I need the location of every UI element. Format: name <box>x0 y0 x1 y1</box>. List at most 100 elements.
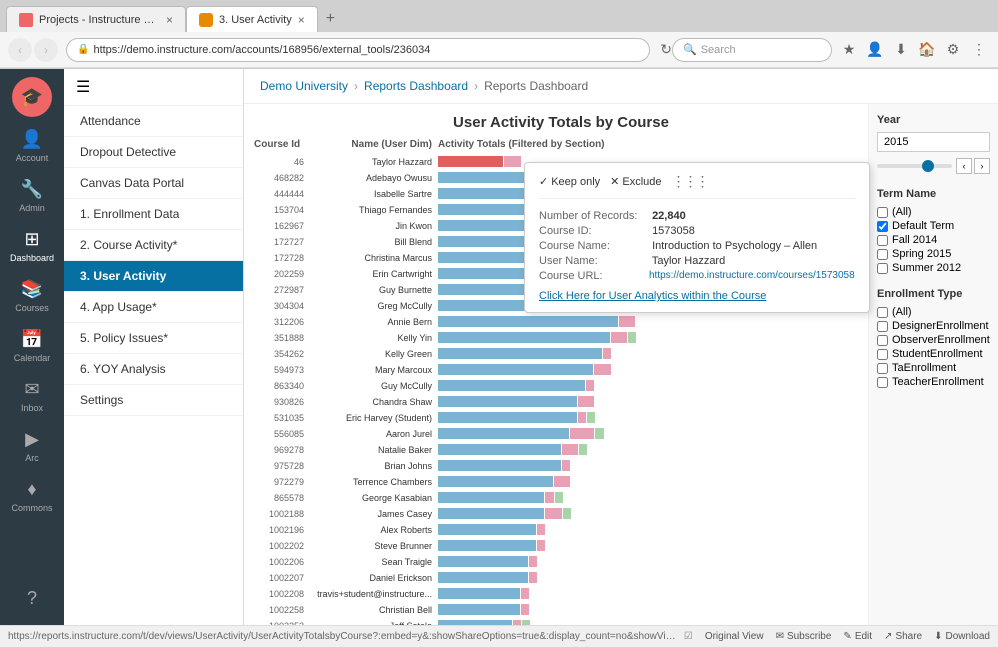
bar-segment-1 <box>438 476 553 487</box>
user-icon[interactable]: 👤 <box>864 39 886 61</box>
download-action[interactable]: ⬇ Download <box>934 631 990 642</box>
subscribe-action[interactable]: ✉ Subscribe <box>776 631 832 642</box>
tooltip-more[interactable]: ⋮⋮⋮ <box>672 173 708 190</box>
table-row[interactable]: 975728 Brian Johns <box>254 458 868 473</box>
sidebar-item-inbox[interactable]: ✉ Inbox <box>0 371 64 421</box>
term-spring2015[interactable]: Spring 2015 <box>877 248 990 260</box>
enroll-student-checkbox[interactable] <box>877 349 888 360</box>
tab-close-1[interactable]: × <box>166 13 173 27</box>
tab-close-2[interactable]: × <box>298 13 305 27</box>
breadcrumb-reports[interactable]: Reports Dashboard <box>364 79 468 93</box>
sidebar-item-account[interactable]: 👤 Account <box>0 121 64 171</box>
row-bars <box>438 443 868 456</box>
term-default[interactable]: Default Term <box>877 220 990 232</box>
enroll-designer[interactable]: DesignerEnrollment <box>877 320 990 332</box>
term-summer2012-checkbox[interactable] <box>877 263 888 274</box>
table-row[interactable]: 1002188 James Casey <box>254 506 868 521</box>
back-button[interactable]: ‹ <box>8 38 32 62</box>
original-view-action[interactable]: Original View <box>705 631 764 642</box>
sidebar-nav-yoy[interactable]: 6. YOY Analysis <box>64 354 243 385</box>
enroll-teacher-checkbox[interactable] <box>877 377 888 388</box>
table-row[interactable]: 556085 Aaron Jurel <box>254 426 868 441</box>
sidebar-nav-course-activity[interactable]: 2. Course Activity* <box>64 230 243 261</box>
breadcrumb-university[interactable]: Demo University <box>260 79 348 93</box>
new-tab-button[interactable]: + <box>322 10 339 28</box>
sidebar-item-calendar[interactable]: 📅 Calendar <box>0 321 64 371</box>
table-row[interactable]: 1002202 Steve Brunner <box>254 538 868 553</box>
table-row[interactable]: 930826 Chandra Shaw <box>254 394 868 409</box>
sidebar-item-arc[interactable]: ▶ Arc <box>0 421 64 471</box>
term-all[interactable]: (All) <box>877 206 990 218</box>
year-input[interactable] <box>877 132 990 152</box>
table-row[interactable]: 1002206 Sean Traigle <box>254 554 868 569</box>
enroll-student[interactable]: StudentEnrollment <box>877 348 990 360</box>
home-icon[interactable]: 🏠 <box>916 39 938 61</box>
table-row[interactable]: 354262 Kelly Green <box>254 346 868 361</box>
share-action[interactable]: ↗ Share <box>884 631 922 642</box>
bookmark-icon[interactable]: ★ <box>838 39 860 61</box>
tab-projects[interactable]: Projects - Instructure Repo... × <box>6 6 186 32</box>
table-row[interactable]: 531035 Eric Harvey (Student) <box>254 410 868 425</box>
sidebar-nav-app-usage[interactable]: 4. App Usage* <box>64 292 243 323</box>
year-slider-thumb[interactable] <box>922 160 934 172</box>
term-summer2012[interactable]: Summer 2012 <box>877 262 990 274</box>
row-bars <box>438 587 868 600</box>
sidebar-item-admin[interactable]: 🔧 Admin <box>0 171 64 221</box>
enroll-ta-checkbox[interactable] <box>877 363 888 374</box>
table-row[interactable]: 312206 Annie Bern <box>254 314 868 329</box>
term-default-checkbox[interactable] <box>877 221 888 232</box>
sidebar-nav-policy[interactable]: 5. Policy Issues* <box>64 323 243 354</box>
enroll-observer-checkbox[interactable] <box>877 335 888 346</box>
reload-button[interactable]: ↻ <box>660 41 672 58</box>
sidebar-item-help[interactable]: ? <box>0 580 64 617</box>
sidebar-nav-canvas-data[interactable]: Canvas Data Portal <box>64 168 243 199</box>
bar-segment-3 <box>628 332 636 343</box>
enroll-teacher[interactable]: TeacherEnrollment <box>877 376 990 388</box>
term-fall2014-checkbox[interactable] <box>877 235 888 246</box>
table-row[interactable]: 969278 Natalie Baker <box>254 442 868 457</box>
sidebar-item-commons[interactable]: ♦ Commons <box>0 471 64 521</box>
table-row[interactable]: 594973 Mary Marcoux <box>254 362 868 377</box>
table-row[interactable]: 863340 Guy McCully <box>254 378 868 393</box>
enroll-designer-checkbox[interactable] <box>877 321 888 332</box>
table-row[interactable]: 1002208 travis+student@instructure... <box>254 586 868 601</box>
tab-user-activity[interactable]: 3. User Activity × <box>186 6 318 32</box>
address-bar[interactable]: 🔒 https://demo.instructure.com/accounts/… <box>66 38 650 62</box>
sidebar-item-dashboard[interactable]: ⊞ Dashboard <box>0 221 64 271</box>
slider-prev[interactable]: ‹ <box>956 158 972 174</box>
tooltip-analytics-link[interactable]: Click Here for User Analytics within the… <box>539 290 855 302</box>
sidebar-nav-enrollment[interactable]: 1. Enrollment Data <box>64 199 243 230</box>
table-row[interactable]: 1002196 Alex Roberts <box>254 522 868 537</box>
search-bar[interactable]: 🔍 Search <box>672 38 832 62</box>
term-all-checkbox[interactable] <box>877 207 888 218</box>
tooltip-keep-only[interactable]: ✓ Keep only <box>539 175 600 188</box>
table-row[interactable]: 865578 George Kasabian <box>254 490 868 505</box>
tooltip-exclude[interactable]: ✕ Exclude <box>610 175 661 188</box>
sidebar-nav-user-activity[interactable]: 3. User Activity <box>64 261 243 292</box>
edit-action[interactable]: ✎ Edit <box>843 631 872 642</box>
table-row[interactable]: 351888 Kelly Yin <box>254 330 868 345</box>
enroll-observer[interactable]: ObserverEnrollment <box>877 334 990 346</box>
table-row[interactable]: 972279 Terrence Chambers <box>254 474 868 489</box>
download-icon[interactable]: ⬇ <box>890 39 912 61</box>
menu-icon[interactable]: ⋮ <box>968 39 990 61</box>
enroll-ta[interactable]: TaEnrollment <box>877 362 990 374</box>
table-row[interactable]: 1002207 Daniel Erickson <box>254 570 868 585</box>
sidebar-item-courses[interactable]: 📚 Courses <box>0 271 64 321</box>
term-title: Term Name <box>877 188 990 200</box>
hamburger-icon[interactable]: ☰ <box>76 77 90 97</box>
row-bars <box>438 539 868 552</box>
sidebar-nav-settings[interactable]: Settings <box>64 385 243 416</box>
enroll-all[interactable]: (All) <box>877 306 990 318</box>
enroll-all-checkbox[interactable] <box>877 307 888 318</box>
slider-next[interactable]: › <box>974 158 990 174</box>
forward-button[interactable]: › <box>34 38 58 62</box>
table-row[interactable]: 1002258 Christian Bell <box>254 602 868 617</box>
num-records-label: Number of Records: <box>539 210 649 222</box>
extension-icon[interactable]: ⚙ <box>942 39 964 61</box>
sidebar-nav-attendance[interactable]: Attendance <box>64 106 243 137</box>
row-name: Terrence Chambers <box>308 477 438 487</box>
term-fall2014[interactable]: Fall 2014 <box>877 234 990 246</box>
term-spring2015-checkbox[interactable] <box>877 249 888 260</box>
sidebar-nav-dropout[interactable]: Dropout Detective <box>64 137 243 168</box>
